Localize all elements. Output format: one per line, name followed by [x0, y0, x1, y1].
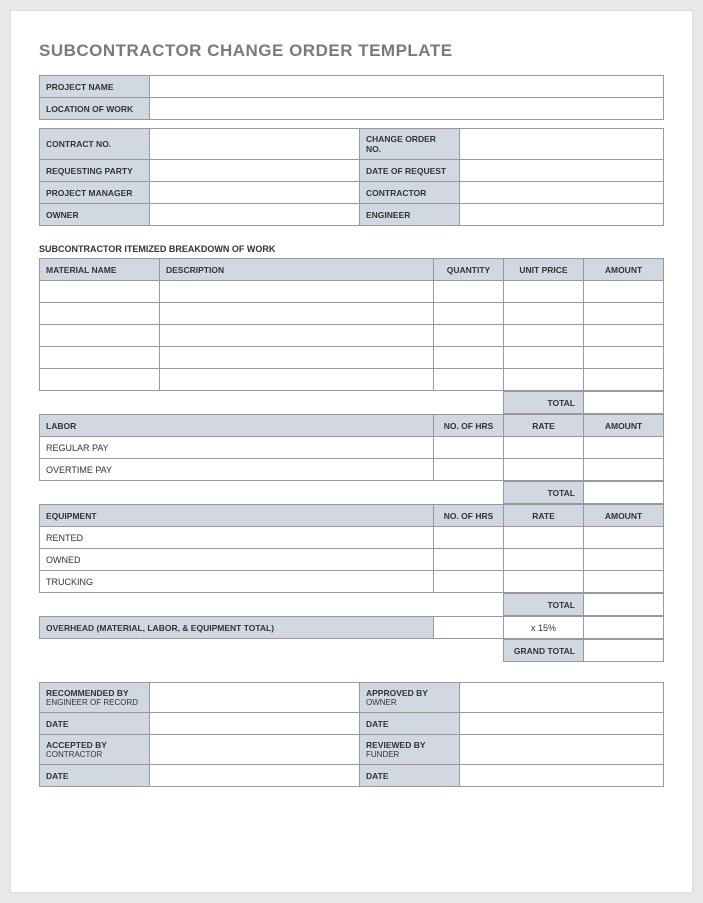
labor-total-row: TOTAL: [39, 481, 664, 504]
field-date-3[interactable]: [150, 765, 360, 787]
table-row: REGULAR PAY: [40, 437, 664, 459]
field-project-manager[interactable]: [150, 182, 360, 204]
header-equip-amount: AMOUNT: [584, 505, 664, 527]
signatures-table: RECOMMENDED BYENGINEER OF RECORD APPROVE…: [39, 682, 664, 787]
label-reviewed-by: REVIEWED BYFUNDER: [360, 735, 460, 765]
field-labor-total[interactable]: [584, 482, 664, 504]
field-location[interactable]: [150, 98, 664, 120]
header-labor-hrs: NO. OF HRS: [434, 415, 504, 437]
header-labor-amount: AMOUNT: [584, 415, 664, 437]
label-accepted-by: ACCEPTED BYCONTRACTOR: [40, 735, 150, 765]
field-requesting-party[interactable]: [150, 160, 360, 182]
label-change-order-no: CHANGE ORDER NO.: [360, 129, 460, 160]
label-date-2: DATE: [360, 713, 460, 735]
label-overtime-pay: OVERTIME PAY: [40, 459, 434, 481]
field-contract-no[interactable]: [150, 129, 360, 160]
label-location: LOCATION OF WORK: [40, 98, 150, 120]
field-accepted-by[interactable]: [150, 735, 360, 765]
label-overhead: OVERHEAD (MATERIAL, LABOR, & EQUIPMENT T…: [40, 617, 434, 639]
header-equipment: EQUIPMENT: [40, 505, 434, 527]
header-unit-price: UNIT PRICE: [504, 259, 584, 281]
label-regular-pay: REGULAR PAY: [40, 437, 434, 459]
project-details-table: CONTRACT NO. CHANGE ORDER NO. REQUESTING…: [39, 128, 664, 226]
label-project-name: PROJECT NAME: [40, 76, 150, 98]
label-rented: RENTED: [40, 527, 434, 549]
table-row: OWNED: [40, 549, 664, 571]
table-row: [40, 303, 664, 325]
equipment-total-row: TOTAL: [39, 593, 664, 616]
header-equip-hrs: NO. OF HRS: [434, 505, 504, 527]
header-equip-rate: RATE: [504, 505, 584, 527]
header-labor-rate: RATE: [504, 415, 584, 437]
field-owner[interactable]: [150, 204, 360, 226]
field-reviewed-by[interactable]: [460, 735, 664, 765]
field-date-4[interactable]: [460, 765, 664, 787]
label-approved-by: APPROVED BYOWNER: [360, 683, 460, 713]
field-date-1[interactable]: [150, 713, 360, 735]
header-material-name: MATERIAL NAME: [40, 259, 160, 281]
page-title: SUBCONTRACTOR CHANGE ORDER TEMPLATE: [39, 41, 664, 61]
table-row: [40, 325, 664, 347]
header-description: DESCRIPTION: [160, 259, 434, 281]
label-date-4: DATE: [360, 765, 460, 787]
project-info-table: PROJECT NAME LOCATION OF WORK: [39, 75, 664, 120]
label-owned: OWNED: [40, 549, 434, 571]
table-row: [40, 347, 664, 369]
table-row: RENTED: [40, 527, 664, 549]
material-table: MATERIAL NAME DESCRIPTION QUANTITY UNIT …: [39, 258, 664, 391]
document-page: SUBCONTRACTOR CHANGE ORDER TEMPLATE PROJ…: [10, 10, 693, 893]
header-amount: AMOUNT: [584, 259, 664, 281]
equipment-table: EQUIPMENT NO. OF HRS RATE AMOUNT RENTED …: [39, 504, 664, 593]
field-grand-total[interactable]: [584, 640, 664, 662]
field-date-2[interactable]: [460, 713, 664, 735]
field-approved-by[interactable]: [460, 683, 664, 713]
header-quantity: QUANTITY: [434, 259, 504, 281]
label-contract-no: CONTRACT NO.: [40, 129, 150, 160]
label-date-3: DATE: [40, 765, 150, 787]
field-overhead-blank[interactable]: [434, 617, 504, 639]
field-equip-total[interactable]: [584, 594, 664, 616]
labor-table: LABOR NO. OF HRS RATE AMOUNT REGULAR PAY…: [39, 414, 664, 481]
label-requesting-party: REQUESTING PARTY: [40, 160, 150, 182]
material-total-row: TOTAL: [39, 391, 664, 414]
label-project-manager: PROJECT MANAGER: [40, 182, 150, 204]
field-contractor[interactable]: [460, 182, 664, 204]
field-date-of-request[interactable]: [460, 160, 664, 182]
label-grand-total: GRAND TOTAL: [504, 640, 584, 662]
label-owner: OWNER: [40, 204, 150, 226]
label-contractor: CONTRACTOR: [360, 182, 460, 204]
grand-total-row: GRAND TOTAL: [39, 639, 664, 662]
label-overhead-pct: x 15%: [504, 617, 584, 639]
header-labor: LABOR: [40, 415, 434, 437]
label-engineer: ENGINEER: [360, 204, 460, 226]
label-trucking: TRUCKING: [40, 571, 434, 593]
field-overhead-amount[interactable]: [584, 617, 664, 639]
table-row: TRUCKING: [40, 571, 664, 593]
breakdown-title: SUBCONTRACTOR ITEMIZED BREAKDOWN OF WORK: [39, 244, 664, 254]
label-material-total: TOTAL: [504, 392, 584, 414]
field-engineer[interactable]: [460, 204, 664, 226]
label-date-of-request: DATE OF REQUEST: [360, 160, 460, 182]
field-recommended-by[interactable]: [150, 683, 360, 713]
label-equip-total: TOTAL: [504, 594, 584, 616]
overhead-table: OVERHEAD (MATERIAL, LABOR, & EQUIPMENT T…: [39, 616, 664, 639]
table-row: [40, 369, 664, 391]
field-change-order-no[interactable]: [460, 129, 664, 160]
table-row: OVERTIME PAY: [40, 459, 664, 481]
label-recommended-by: RECOMMENDED BYENGINEER OF RECORD: [40, 683, 150, 713]
table-row: [40, 281, 664, 303]
label-date-1: DATE: [40, 713, 150, 735]
field-project-name[interactable]: [150, 76, 664, 98]
field-material-total[interactable]: [584, 392, 664, 414]
label-labor-total: TOTAL: [504, 482, 584, 504]
